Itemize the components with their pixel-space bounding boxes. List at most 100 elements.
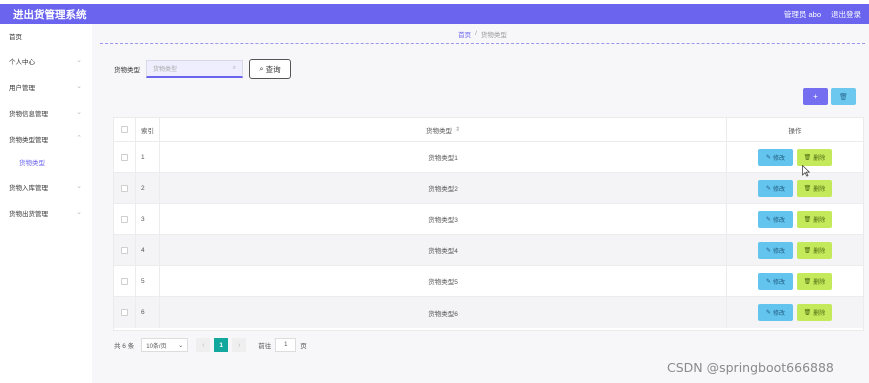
add-button[interactable]: + [803, 88, 828, 105]
select-all-cell [114, 118, 136, 141]
sidebar-item-home[interactable]: 首页 [0, 29, 92, 43]
page-size-select[interactable]: 10条/页 ⌄ [141, 338, 189, 352]
edit-icon: ✎ [765, 185, 771, 192]
row-actions: ✎ 修改 🗑 删除 [727, 204, 863, 234]
sidebar: 首页 个人中心 ⌄ 用户管理 ⌄ 货物信息管理 ⌄ 货物类型管理 ⌃ 货物类型 … [0, 24, 92, 383]
goto-page-input[interactable]: 1 [275, 338, 297, 352]
row-index: 6 [136, 297, 160, 328]
sidebar-item-label: 货物类型管理 [9, 137, 48, 144]
delete-button[interactable]: 🗑 删除 [797, 304, 832, 321]
trash-icon: 🗑 [803, 185, 812, 192]
delete-button[interactable]: 🗑 删除 [797, 210, 832, 228]
main-content: 首页 / 货物类型 货物类型 货物类型 ⌕ ⌕ 查询 + 🗑 索引 货物类型 ⇕… [92, 24, 869, 383]
sidebar-item-goods-info[interactable]: 货物信息管理 ⌄ [0, 106, 92, 120]
trash-icon: 🗑 [803, 278, 812, 285]
sidebar-item-label: 首页 [9, 34, 22, 41]
row-index: 1 [136, 142, 160, 172]
edit-button[interactable]: ✎ 修改 [758, 148, 793, 166]
type-header-label: 货物类型 [425, 127, 452, 135]
row-checkbox[interactable] [121, 277, 128, 285]
type-header[interactable]: 货物类型 ⇕ [160, 118, 727, 141]
delete-label: 删除 [813, 279, 826, 286]
sidebar-item-goods-outbound[interactable]: 货物出货管理 ⌄ [0, 206, 92, 220]
delete-button[interactable]: 🗑 删除 [797, 272, 832, 290]
trash-icon: 🗑 [803, 310, 812, 316]
delete-button[interactable]: 🗑 删除 [797, 148, 832, 166]
batch-delete-button[interactable]: 🗑 [831, 88, 856, 105]
top-actions: + 🗑 [803, 88, 856, 105]
ops-header: 操作 [788, 127, 802, 135]
goto-label: 前往 [258, 343, 272, 350]
edit-button[interactable]: ✎ 修改 [758, 210, 793, 228]
row-index: 4 [136, 235, 160, 265]
row-actions: ✎ 修改 🗑 删除 [727, 142, 863, 172]
user-label: 管理员 abo [783, 9, 821, 19]
edit-label: 修改 [773, 155, 786, 162]
header-right: 管理员 abo 退出登录 [784, 9, 861, 20]
sidebar-item-goods-type-mgmt[interactable]: 货物类型管理 ⌃ [0, 132, 92, 146]
row-check-cell [114, 142, 136, 172]
table-row: 3 货物类型3 ✎ 修改 🗑 删除 [114, 204, 863, 235]
top-header: 进出货管理系统 管理员 abo 退出登录 [0, 4, 869, 24]
row-type: 货物类型1 [160, 142, 727, 172]
row-checkbox[interactable] [121, 215, 128, 223]
sort-icon[interactable]: ⇕ [455, 126, 460, 133]
select-all-checkbox[interactable] [121, 126, 128, 133]
search-input[interactable]: 货物类型 ⌕ [146, 60, 243, 78]
delete-button[interactable]: 🗑 删除 [797, 241, 832, 259]
row-check-cell [114, 204, 136, 234]
sidebar-item-users[interactable]: 用户管理 ⌄ [0, 80, 92, 94]
chevron-down-icon: ⌄ [76, 183, 82, 190]
edit-button[interactable]: ✎ 修改 [758, 304, 793, 321]
table-row: 5 货物类型5 ✎ 修改 🗑 删除 [114, 266, 863, 297]
chevron-down-icon: ⌄ [76, 209, 82, 216]
row-check-cell [114, 173, 136, 203]
delete-label: 删除 [813, 155, 826, 162]
goods-type-table: 索引 货物类型 ⇕ 操作 1 货物类型1 ✎ 修改 🗑 删除 2 货物类型2 ✎ 修改… [113, 117, 864, 331]
delete-button[interactable]: 🗑 删除 [797, 179, 832, 197]
row-checkbox[interactable] [121, 153, 128, 161]
sidebar-item-label: 货物出货管理 [9, 211, 48, 218]
edit-button[interactable]: ✎ 修改 [758, 272, 793, 290]
row-actions: ✎ 修改 🗑 删除 [727, 266, 863, 296]
row-index: 5 [136, 266, 160, 296]
sidebar-item-goods-inbound[interactable]: 货物入库管理 ⌄ [0, 180, 92, 194]
chevron-right-icon: › [238, 341, 241, 349]
row-index: 2 [136, 173, 160, 203]
sidebar-item-label: 货物入库管理 [9, 185, 48, 192]
breadcrumb-separator: / [475, 30, 477, 37]
search-label: 货物类型 [114, 67, 140, 74]
sidebar-item-goods-type[interactable]: 货物类型 [0, 155, 92, 169]
breadcrumb-home[interactable]: 首页 [458, 29, 471, 39]
sidebar-item-label: 货物信息管理 [9, 111, 48, 118]
sidebar-item-label: 个人中心 [9, 59, 35, 66]
row-actions: ✎ 修改 🗑 删除 [727, 235, 863, 265]
row-type: 货物类型5 [160, 266, 727, 296]
row-checkbox[interactable] [121, 184, 128, 192]
chevron-down-icon: ⌄ [76, 109, 82, 116]
edit-icon: ✎ [765, 216, 771, 223]
next-page-button[interactable]: › [232, 338, 247, 352]
sidebar-item-label: 货物类型 [19, 160, 45, 167]
page-number-current[interactable]: 1 [214, 338, 229, 352]
row-checkbox[interactable] [121, 309, 128, 316]
sidebar-item-label: 用户管理 [9, 85, 35, 92]
sidebar-item-profile[interactable]: 个人中心 ⌄ [0, 54, 92, 68]
edit-icon: ✎ [765, 247, 771, 254]
logout-link[interactable]: 退出登录 [831, 9, 861, 20]
row-type: 货物类型2 [160, 173, 727, 203]
goto-suffix: 页 [300, 343, 307, 350]
prev-page-button[interactable]: ‹ [196, 338, 211, 352]
search-button[interactable]: ⌕ 查询 [249, 59, 291, 79]
row-checkbox[interactable] [121, 246, 128, 254]
edit-label: 修改 [773, 217, 786, 224]
search-icon: ⌕ [232, 65, 236, 71]
edit-icon: ✎ [765, 154, 771, 161]
delete-label: 删除 [813, 217, 826, 224]
edit-button[interactable]: ✎ 修改 [758, 241, 793, 259]
watermark: CSDN @springboot666888 [667, 360, 834, 375]
edit-button[interactable]: ✎ 修改 [758, 179, 793, 197]
row-actions: ✎ 修改 🗑 删除 [727, 297, 863, 328]
row-check-cell [114, 266, 136, 296]
total-count: 共 6 条 [114, 343, 135, 350]
